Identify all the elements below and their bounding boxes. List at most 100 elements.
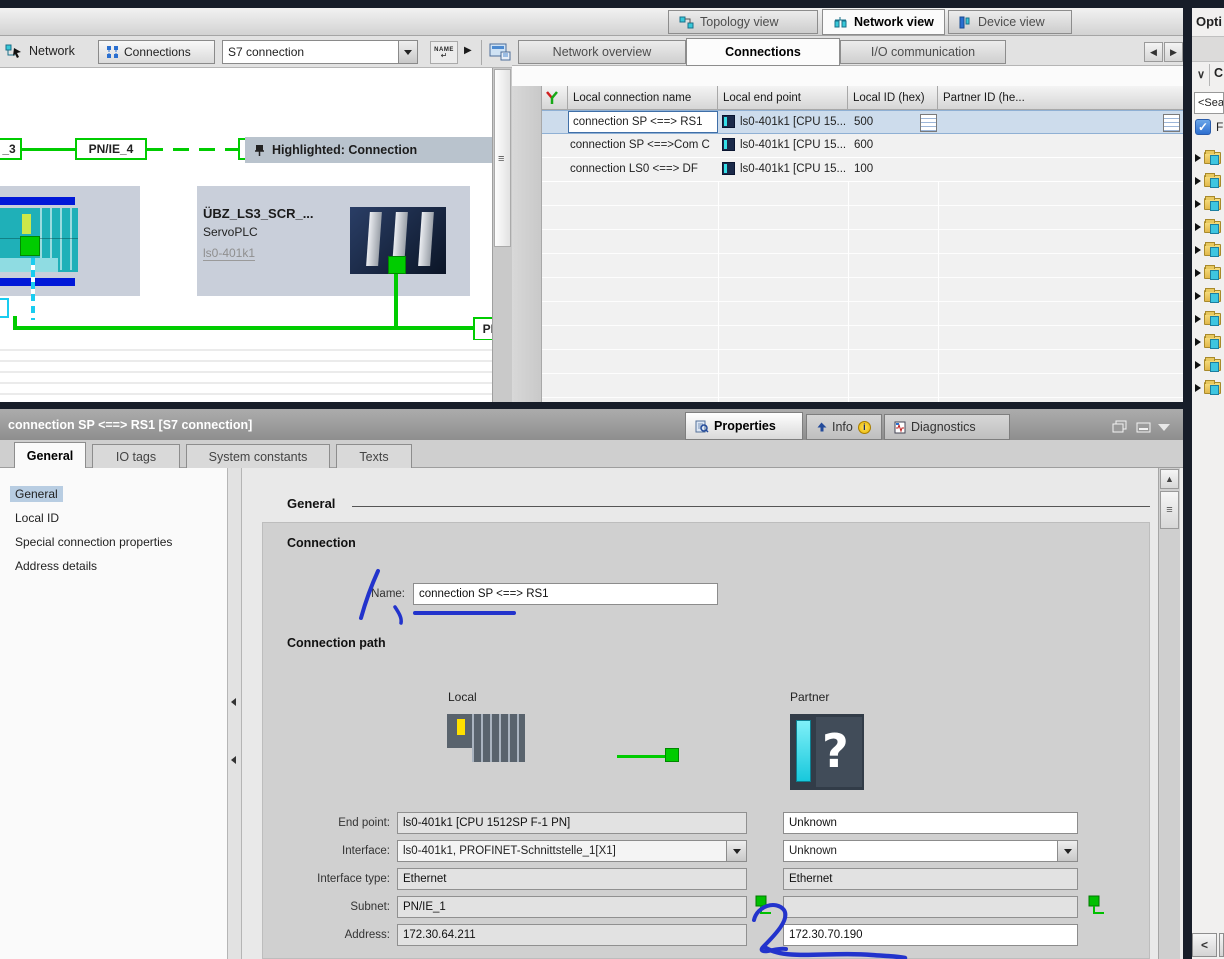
connections-mode-button[interactable]: Connections — [98, 40, 215, 64]
info-icon — [816, 421, 827, 434]
tab-diagnostics[interactable]: Diagnostics — [884, 414, 1010, 440]
subtab-io-tags[interactable]: IO tags — [92, 444, 180, 468]
table-row[interactable]: connection LS0 <==> DF ls0-401k1 [CPU 15… — [542, 158, 1183, 182]
expand-icon[interactable] — [1195, 384, 1201, 392]
interface-local-dropdown-icon[interactable] — [726, 841, 746, 861]
catalog-folder-item[interactable] — [1195, 194, 1224, 214]
catalog-folder-item[interactable] — [1195, 217, 1224, 237]
minimize-panel-icon[interactable] — [1136, 422, 1151, 433]
tab-scroll-right-button[interactable]: ▶ — [1164, 42, 1183, 62]
properties-scrollbar-thumb[interactable]: ≡ — [1160, 491, 1179, 529]
connection-port[interactable] — [388, 256, 406, 274]
interface-partner-dropdown-icon[interactable] — [1057, 841, 1077, 861]
expand-icon[interactable] — [1195, 177, 1201, 185]
connection-heading: Connection — [287, 536, 356, 550]
catalog-folder-item[interactable] — [1195, 240, 1224, 260]
subnet-label-3[interactable]: _3 — [0, 138, 22, 160]
tab-network-overview[interactable]: Network overview — [518, 40, 686, 64]
highlight-badge[interactable]: Highlighted: Connection — [245, 137, 492, 163]
device-station-servo[interactable]: ÜBZ_LS3_SCR_... ServoPLC ls0-401k1 — [197, 186, 470, 296]
options-toolbar — [1192, 36, 1224, 62]
network-mode-label: Network — [29, 44, 75, 58]
end-point-partner-input[interactable] — [783, 812, 1078, 834]
connection-type-dropdown-icon[interactable] — [398, 41, 417, 63]
nav-item-special-connection-properties[interactable]: Special connection properties — [10, 534, 177, 550]
subnet-label: Subnet: — [240, 901, 390, 913]
tab-properties[interactable]: Properties — [685, 412, 803, 440]
expand-icon[interactable] — [1195, 315, 1201, 323]
tab-scroll-left-button[interactable]: ◀ — [1144, 42, 1163, 62]
subnet-label-pnie4[interactable]: PN/IE_4 — [75, 138, 147, 160]
expand-icon[interactable] — [1195, 361, 1201, 369]
connection-bus-line[interactable] — [13, 326, 476, 330]
catalog-search-input[interactable]: <Sea — [1194, 92, 1224, 114]
connection-type-select[interactable]: S7 connection — [222, 40, 418, 64]
panel-collapse-button[interactable]: < — [1192, 933, 1217, 957]
float-panel-icon[interactable] — [1112, 420, 1128, 433]
network-mode-button[interactable]: Network — [5, 43, 75, 59]
device-station-name[interactable]: ls0-401k1 — [203, 246, 255, 261]
table-row[interactable]: connection SP <==>Com C ls0-401k1 [CPU 1… — [542, 134, 1183, 158]
connection-port[interactable] — [20, 236, 40, 256]
unknown-partner-icon: ? — [822, 724, 849, 778]
address-partner-input[interactable] — [783, 924, 1078, 946]
expand-icon[interactable] — [1195, 223, 1201, 231]
diagram-scrollbar[interactable]: ≡ — [492, 68, 512, 402]
filter-checkbox[interactable]: ✓ — [1195, 119, 1211, 135]
catalog-folder-item[interactable] — [1195, 148, 1224, 168]
subnet-partner-field — [783, 896, 1078, 918]
tab-network-view[interactable]: Network view — [822, 9, 945, 35]
catalog-folder-item[interactable] — [1195, 263, 1224, 283]
subtab-system-constants[interactable]: System constants — [186, 444, 330, 468]
show-name-button[interactable]: NAME ↵ — [430, 41, 458, 64]
expand-icon[interactable] — [1195, 246, 1201, 254]
properties-scrollbar[interactable]: ▲ ≡ — [1158, 468, 1180, 959]
expand-icon[interactable] — [1195, 269, 1201, 277]
device-title: ÜBZ_LS3_SCR_... — [203, 206, 314, 221]
partner-id-picker-button[interactable] — [1163, 114, 1180, 132]
catalog-collapse-icon[interactable]: ∨ — [1197, 68, 1205, 81]
subnet-label-pn[interactable]: PN — [473, 317, 492, 341]
connection-name-cell[interactable]: connection SP <==> RS1 — [568, 111, 718, 133]
catalog-folder-item[interactable] — [1195, 171, 1224, 191]
catalog-folder-item[interactable] — [1195, 355, 1224, 375]
table-row-selected[interactable]: connection SP <==> RS1 ls0-401k1 [CPU 15… — [542, 110, 1183, 134]
diagram-scrollbar-thumb[interactable]: ≡ — [494, 69, 511, 247]
tab-connections[interactable]: Connections — [686, 38, 840, 66]
catalog-folder-item[interactable] — [1195, 286, 1224, 306]
tab-topology-view[interactable]: Topology view — [668, 10, 818, 34]
col-header-local-connection-name[interactable]: Local connection name — [568, 86, 718, 110]
interface-partner-select[interactable]: Unknown — [783, 840, 1078, 862]
tab-io-communication[interactable]: I/O communication — [840, 40, 1006, 64]
tab-info[interactable]: Info i — [806, 414, 882, 440]
col-header-local-id[interactable]: Local ID (hex) — [848, 86, 938, 110]
expand-icon[interactable] — [1195, 292, 1201, 300]
subtab-general[interactable]: General — [14, 442, 86, 469]
col-header-partner-id[interactable]: Partner ID (he... — [938, 86, 1183, 110]
nav-item-general[interactable]: General — [10, 486, 63, 502]
network-diagram[interactable]: _3 PN/IE_4 PN/IE_5 Highlighted: Connecti… — [0, 68, 492, 402]
nav-item-address-details[interactable]: Address details — [10, 558, 102, 574]
catalog-folder-item[interactable] — [1195, 309, 1224, 329]
catalog-folder-item[interactable] — [1195, 332, 1224, 352]
subtab-texts[interactable]: Texts — [336, 444, 412, 468]
expand-icon[interactable] — [1195, 338, 1201, 346]
filter-checkbox-row[interactable]: ✓ F — [1195, 119, 1223, 135]
collapse-panel-icon[interactable] — [1158, 424, 1170, 431]
device-station-left[interactable] — [0, 186, 140, 296]
interface-type-partner-field: Ethernet — [783, 868, 1078, 890]
expand-icon[interactable] — [1195, 154, 1201, 162]
nav-splitter[interactable] — [228, 468, 242, 959]
toolbar-expand-icon[interactable]: ▶ — [464, 45, 472, 56]
col-header-local-end-point[interactable]: Local end point — [718, 86, 848, 110]
panel-collapse-button-partial[interactable] — [1219, 933, 1224, 957]
interface-local-select[interactable]: ls0-401k1, PROFINET-Schnittstelle_1[X1] — [397, 840, 747, 862]
expand-icon[interactable] — [1195, 200, 1201, 208]
local-id-picker-button[interactable] — [920, 114, 937, 132]
nav-item-local-id[interactable]: Local ID — [10, 510, 64, 526]
station-overview-button[interactable] — [489, 42, 511, 62]
catalog-folder-item[interactable] — [1195, 378, 1224, 398]
tab-device-view[interactable]: Device view — [948, 10, 1072, 34]
connection-name-input[interactable] — [413, 583, 718, 605]
scroll-up-button[interactable]: ▲ — [1160, 469, 1179, 489]
